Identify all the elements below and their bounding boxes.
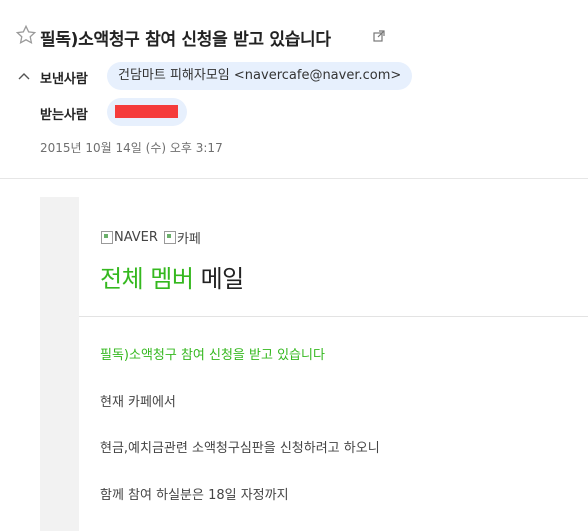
email-subject: 필독)소액청구 참여 신청을 받고 있습니다: [40, 30, 331, 50]
body-line: 필독)소액청구 참여 신청을 받고 있습니다: [100, 348, 325, 363]
mail-title-dark: 메일: [193, 265, 245, 293]
naver-logo: NAVER: [101, 228, 158, 247]
recipient-label: 받는사람: [40, 108, 88, 123]
redaction-box: [115, 105, 178, 118]
body-line: 현금,예치금관련 소액청구심판을 신청하려고 하오니: [100, 441, 380, 456]
email-body: NAVER 카페 전체 멤버 메일 필독)소액청구 참여 신청을 받고 있습니다…: [40, 197, 588, 531]
mail-title-green: 전체 멤버: [100, 265, 194, 293]
chevron-up-icon[interactable]: [18, 72, 30, 80]
naver-logo-alt: NAVER: [114, 230, 158, 245]
sender-label: 보낸사람: [40, 72, 88, 87]
body-line: 함께 참여 하실분은 18일 자정까지: [100, 488, 289, 503]
body-panel: [79, 197, 588, 531]
cafe-logo-alt: 카페: [176, 232, 201, 247]
sender-chip[interactable]: 건담마트 피해자모임 <navercafe@naver.com>: [107, 62, 413, 90]
email-date: 2015년 10월 14일 (수) 오후 3:17: [40, 141, 223, 155]
broken-image-icon: [163, 231, 176, 244]
mail-title: 전체 멤버 메일: [100, 259, 244, 294]
email-header: 필독)소액청구 참여 신청을 받고 있습니다 보낸사람 건담마트 피해자모임 <…: [0, 0, 588, 179]
cafe-logo: 카페: [163, 228, 201, 247]
broken-image-icon: [101, 231, 113, 244]
divider: [79, 316, 588, 317]
logo-row: NAVER 카페: [101, 228, 201, 247]
star-icon[interactable]: [15, 24, 37, 46]
recipient-chip[interactable]: [107, 98, 187, 126]
body-gutter: [40, 197, 79, 531]
external-link-icon[interactable]: [373, 30, 385, 42]
body-line: 현재 카페에서: [100, 395, 176, 410]
